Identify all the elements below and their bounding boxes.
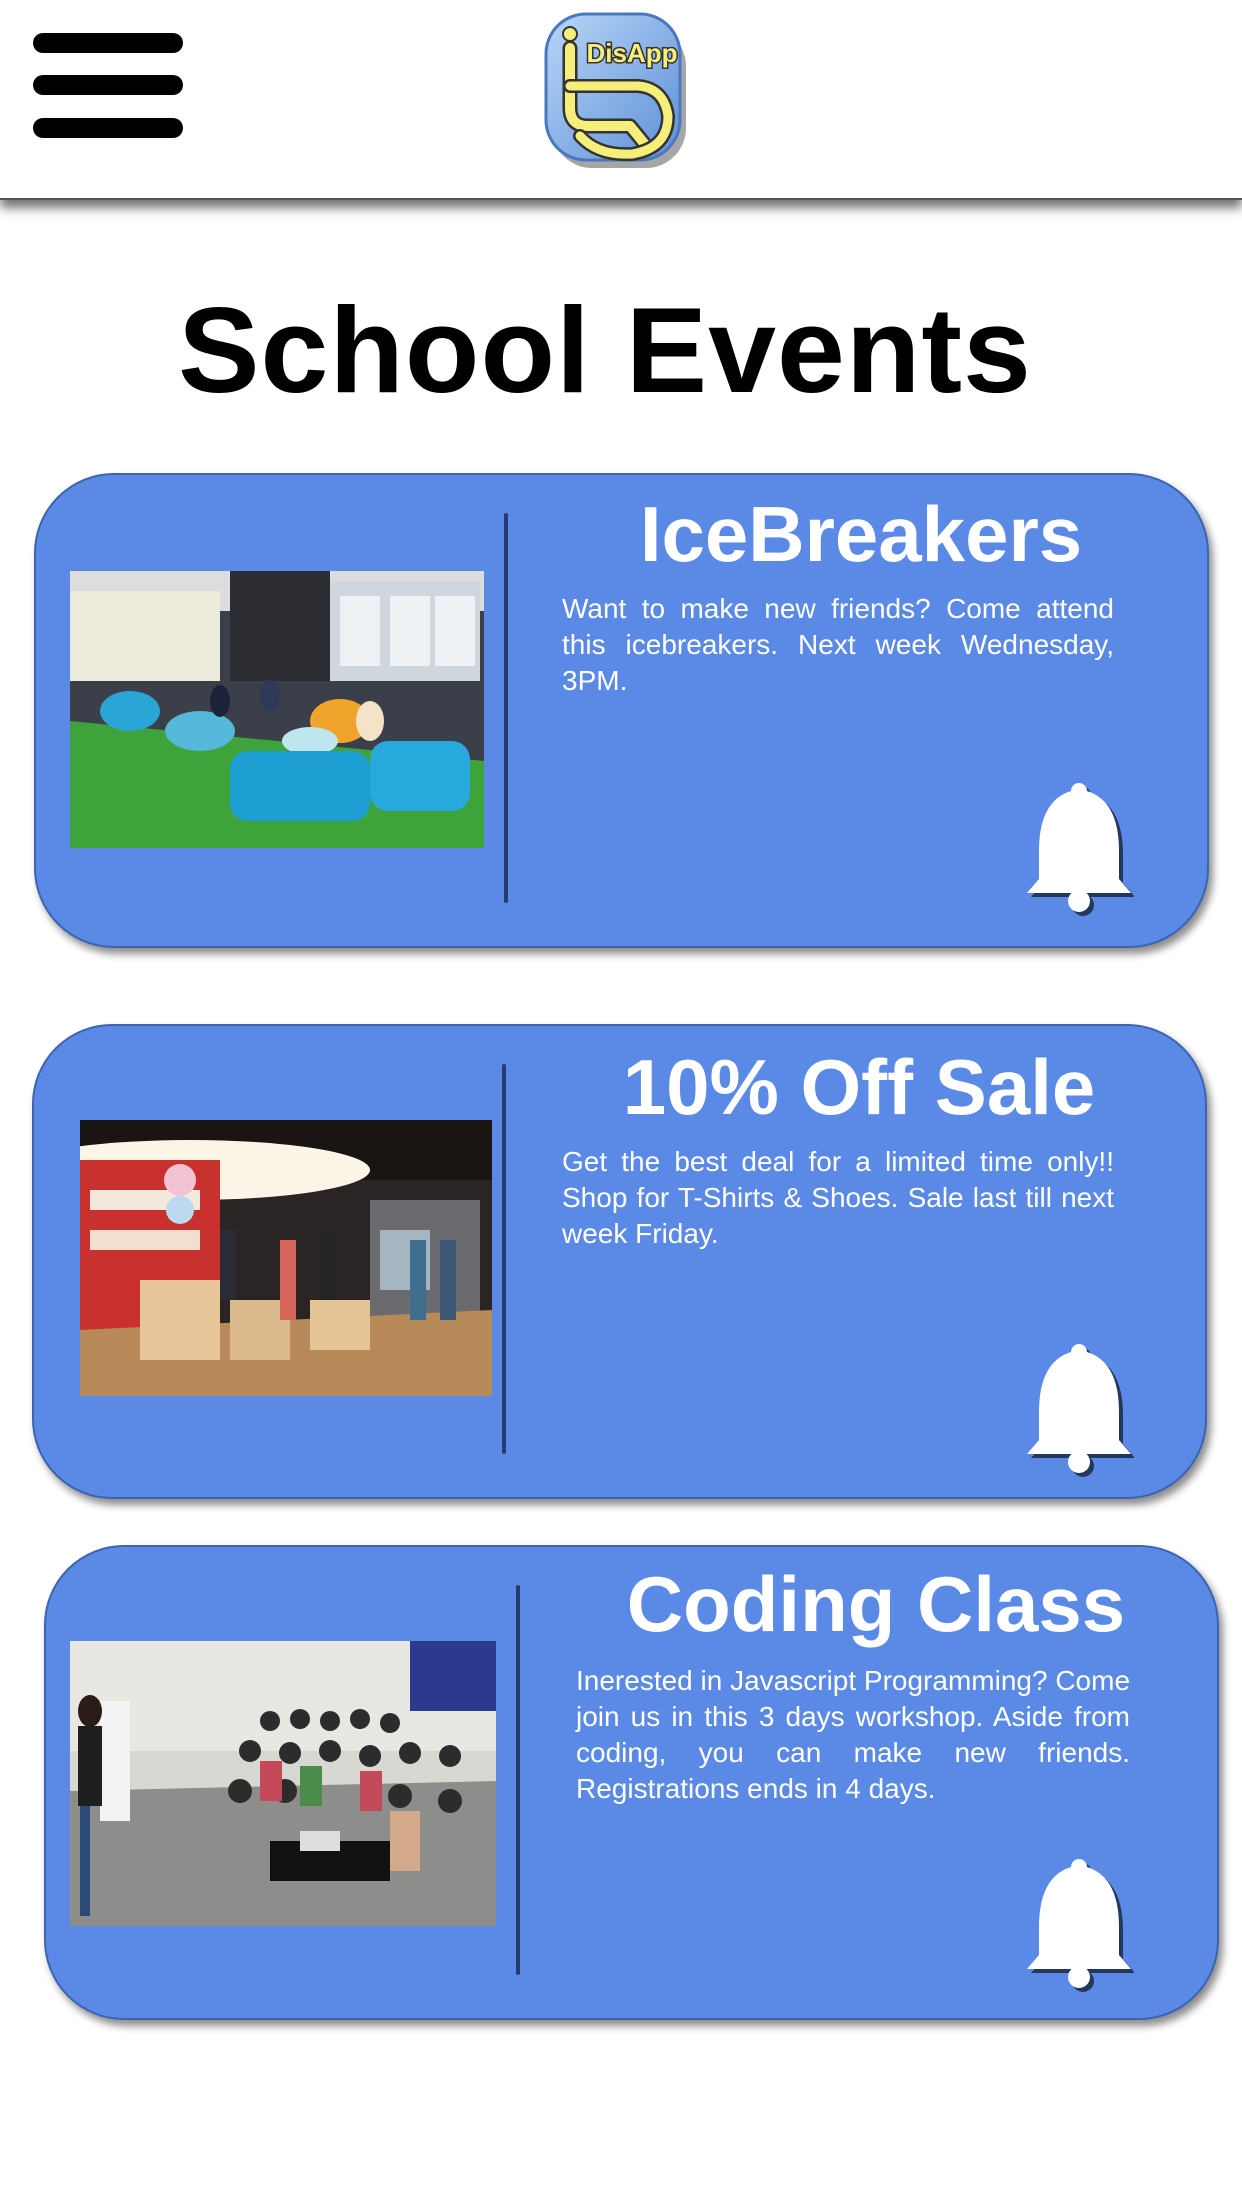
event-card-coding-class[interactable]: Coding Class Inerested in Javascript Pro…	[44, 1545, 1219, 2020]
event-photo-classroom	[70, 1641, 496, 1926]
event-description: Want to make new friends? Come attend th…	[562, 593, 1114, 696]
menu-bar	[33, 75, 183, 95]
event-description: Get the best deal for a limited time onl…	[562, 1146, 1114, 1249]
event-title: IceBreakers	[639, 490, 1083, 578]
svg-text:DisApp: DisApp	[587, 38, 678, 68]
bell-icon[interactable]	[1024, 777, 1134, 917]
card-divider	[502, 1064, 506, 1454]
event-photo-lounge	[70, 571, 484, 848]
page-title: School Events	[178, 282, 1032, 418]
app-header: DisApp DisApp	[0, 0, 1242, 200]
disapp-logo[interactable]: DisApp DisApp	[538, 8, 698, 176]
menu-bar	[33, 118, 183, 138]
event-description: Inerested in Javascript Programming? Com…	[576, 1665, 1131, 1804]
hamburger-menu-button[interactable]	[33, 30, 183, 142]
event-title: Coding Class	[626, 1560, 1126, 1648]
event-photo-shop	[80, 1120, 492, 1396]
card-divider	[516, 1585, 520, 1975]
event-card-icebreakers[interactable]: IceBreakers Want to make new friends? Co…	[34, 473, 1209, 948]
menu-bar	[33, 33, 183, 53]
event-card-sale[interactable]: 10% Off Sale Get the best deal for a lim…	[32, 1024, 1207, 1499]
bell-icon[interactable]	[1024, 1853, 1134, 1993]
bell-icon[interactable]	[1024, 1338, 1134, 1478]
event-title: 10% Off Sale	[622, 1043, 1096, 1131]
card-divider	[504, 513, 508, 903]
